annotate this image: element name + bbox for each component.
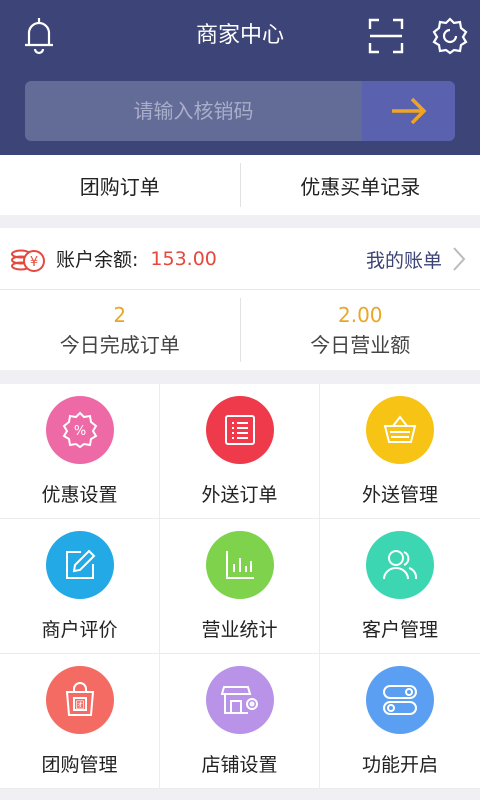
menu-delivery-management[interactable]: 外送管理 [320, 384, 480, 519]
order-tabs: 团购订单 优惠买单记录 [0, 155, 480, 215]
menu-label: 商户评价 [41, 619, 118, 641]
svg-text:团: 团 [75, 700, 84, 711]
edit-icon [45, 531, 114, 599]
stat-revenue[interactable]: 2.00 今日营业额 [241, 290, 480, 370]
chevron-right-icon [453, 247, 466, 271]
menu-label: 营业统计 [201, 619, 278, 641]
function-grid: % 优惠设置 外送订单 外送管理 商户评价 营业统计 客户管理 团 团购管理 店… [0, 384, 480, 789]
account-balance-row: ¥ 账户余额: 153.00 我的账单 [0, 228, 480, 290]
menu-merchant-reviews[interactable]: 商户评价 [0, 519, 160, 654]
scan-icon[interactable] [366, 16, 406, 56]
stat-value: 2.00 [337, 303, 383, 327]
menu-business-stats[interactable]: 营业统计 [160, 519, 320, 654]
settings-icon[interactable] [430, 16, 470, 56]
coins-icon: ¥ [11, 249, 45, 272]
svg-text:%: % [73, 424, 85, 439]
today-stats: 2 今日完成订单 2.00 今日营业额 [0, 290, 480, 370]
menu-label: 团购管理 [41, 754, 118, 776]
stat-label: 今日完成订单 [59, 333, 180, 357]
bar-chart-icon [205, 531, 274, 599]
stat-completed-orders[interactable]: 2 今日完成订单 [0, 290, 240, 370]
menu-label: 客户管理 [361, 619, 438, 641]
balance-label: 账户余额: [56, 249, 139, 271]
group-bag-icon: 团 [45, 666, 114, 734]
menu-label: 外送订单 [201, 484, 278, 506]
tab-group-orders[interactable]: 团购订单 [0, 155, 240, 215]
basket-icon [366, 396, 434, 464]
menu-discount-settings[interactable]: % 优惠设置 [0, 384, 160, 519]
stat-label: 今日营业额 [310, 333, 411, 357]
menu-label: 外送管理 [361, 484, 438, 506]
search-bar [25, 81, 455, 141]
tab-discount-records[interactable]: 优惠买单记录 [241, 155, 480, 215]
menu-delivery-orders[interactable]: 外送订单 [160, 384, 320, 519]
balance-value: 153.00 [150, 247, 217, 270]
submit-button[interactable] [362, 81, 455, 141]
menu-label: 优惠设置 [41, 484, 118, 506]
header: 商家中心 [0, 0, 480, 155]
order-list-icon [205, 396, 274, 464]
menu-feature-toggle[interactable]: 功能开启 [320, 654, 480, 789]
arrow-right-icon [391, 97, 426, 125]
verify-code-input[interactable] [25, 81, 362, 141]
svg-text:¥: ¥ [30, 255, 38, 270]
page-title: 商家中心 [195, 23, 284, 48]
discount-icon: % [45, 396, 114, 464]
users-icon [366, 531, 434, 599]
menu-shop-settings[interactable]: 店铺设置 [160, 654, 320, 789]
my-bill-link[interactable]: 我的账单 [366, 228, 466, 290]
menu-customer-management[interactable]: 客户管理 [320, 519, 480, 654]
stat-value: 2 [113, 303, 127, 327]
menu-label: 功能开启 [361, 754, 438, 776]
menu-label: 店铺设置 [201, 754, 278, 776]
my-bill-label: 我的账单 [365, 249, 442, 272]
menu-group-buy-management[interactable]: 团 团购管理 [0, 654, 160, 789]
shop-icon [205, 666, 274, 734]
toggle-icon [366, 666, 434, 734]
